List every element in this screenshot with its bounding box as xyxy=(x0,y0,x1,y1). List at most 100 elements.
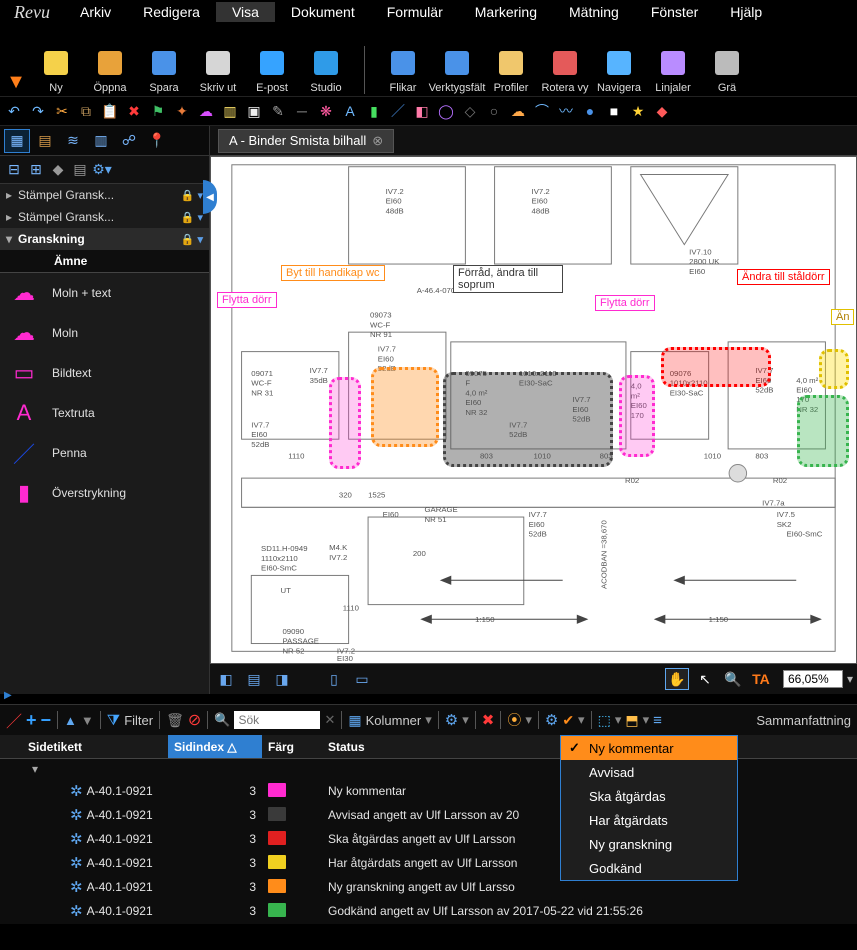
tool-item[interactable]: ATextruta xyxy=(0,393,209,433)
cloud-tool-icon[interactable]: ☁ xyxy=(196,101,216,121)
ribbon-new-icon[interactable]: Ny xyxy=(30,30,82,94)
ribbon-navigate-icon[interactable]: Navigera xyxy=(593,30,645,94)
pin-tab-icon[interactable]: 📍 xyxy=(144,129,170,153)
links-tab-icon[interactable]: ☍ xyxy=(116,129,142,153)
toolset-row[interactable]: ▸Stämpel Gransk... 🔒 ▾ xyxy=(0,184,209,206)
text-select-icon[interactable]: TA xyxy=(749,668,773,690)
summary-label[interactable]: Sammanfattning xyxy=(756,713,851,728)
cloud2-icon[interactable]: ☁ xyxy=(508,101,528,121)
pen2-icon[interactable]: ／ xyxy=(388,101,408,121)
diamond-icon[interactable]: ◆ xyxy=(652,101,672,121)
brush-icon[interactable]: ✎ xyxy=(268,101,288,121)
filter-icon[interactable]: ⧩ xyxy=(107,712,120,729)
expand-all-icon[interactable]: ▼ xyxy=(81,713,94,728)
search-input[interactable] xyxy=(234,711,320,729)
pan-tool-icon[interactable]: ✋ xyxy=(665,668,689,690)
split-left-icon[interactable]: ◧ xyxy=(214,668,238,690)
gear-2-icon[interactable]: ⚙ xyxy=(545,711,558,729)
document-tab[interactable]: A - Binder Smista bilhall ⊗ xyxy=(218,129,394,153)
markup-cloud[interactable] xyxy=(661,347,771,387)
markup-cloud[interactable] xyxy=(329,377,361,469)
export-icon[interactable]: ⬒ xyxy=(625,712,638,729)
tool-chest-tab-icon[interactable]: ▦ xyxy=(4,129,30,153)
circle-fill-icon[interactable]: ● xyxy=(580,101,600,121)
pin-icon[interactable]: ▼ xyxy=(4,71,28,94)
menu-markering[interactable]: Markering xyxy=(459,2,553,22)
status-menu-item[interactable]: Godkänd xyxy=(561,856,737,880)
trash-icon[interactable]: 🗑 xyxy=(166,712,184,729)
line-icon[interactable]: ─ xyxy=(292,101,312,121)
gear-icon[interactable]: ⚙▾ xyxy=(92,160,112,180)
menu-hjälp[interactable]: Hjälp xyxy=(714,2,778,22)
tool-item[interactable]: ▮Överstrykning xyxy=(0,473,209,513)
markup-label[interactable]: Ändra till ståldörr xyxy=(737,269,830,285)
zoom-input[interactable] xyxy=(783,670,843,688)
close-icon[interactable]: ⊗ xyxy=(372,133,383,149)
sets-tab-icon[interactable]: ▥ xyxy=(88,129,114,153)
ribbon-email-icon[interactable]: E-post xyxy=(246,30,298,94)
pen-red-icon[interactable]: ／ xyxy=(6,708,22,732)
gray-tool-icon[interactable]: ◆ xyxy=(48,160,68,180)
ribbon-toolbars-icon[interactable]: Verktygsfält xyxy=(431,30,483,94)
markup-cloud[interactable] xyxy=(819,349,849,389)
select-tool-icon[interactable]: ↖ xyxy=(693,668,717,690)
ribbon-open-icon[interactable]: Öppna xyxy=(84,30,136,94)
ellipse-icon[interactable]: ○ xyxy=(484,101,504,121)
ribbon-save-icon[interactable]: Spara xyxy=(138,30,190,94)
tool-item[interactable]: ／Penna xyxy=(0,433,209,473)
tool-item[interactable]: ☁Moln xyxy=(0,313,209,353)
delete-row-icon[interactable]: ✖ xyxy=(482,711,495,729)
shape-icon[interactable]: ◯ xyxy=(436,101,456,121)
continuous-icon[interactable]: ▭ xyxy=(350,668,374,690)
status-menu-item[interactable]: Ny kommentar xyxy=(561,736,737,760)
square-fill-icon[interactable]: ■ xyxy=(604,101,624,121)
undo-icon[interactable]: ↶ xyxy=(4,101,24,121)
tool-item[interactable]: ▭Bildtext xyxy=(0,353,209,393)
gear-icon[interactable]: ⚙ xyxy=(445,711,458,729)
paste-icon[interactable]: 📋 xyxy=(100,101,120,121)
menu-redigera[interactable]: Redigera xyxy=(127,2,216,22)
expand-icon[interactable]: ⊞ xyxy=(26,160,46,180)
layers-tab-icon[interactable]: ≋ xyxy=(60,129,86,153)
curve-icon[interactable]: 〰 xyxy=(556,101,576,121)
markup-label[interactable]: Än xyxy=(831,309,854,325)
ribbon-rulers-icon[interactable]: Linjaler xyxy=(647,30,699,94)
cut-icon[interactable]: ✂ xyxy=(52,101,72,121)
ribbon-tabs-icon[interactable]: Flikar xyxy=(377,30,429,94)
check-icon[interactable]: ✔ xyxy=(562,712,574,729)
summary-icon[interactable]: ≡ xyxy=(653,712,662,729)
stamp2-icon[interactable]: ❋ xyxy=(316,101,336,121)
note-tool-icon[interactable]: ▥ xyxy=(220,101,240,121)
header-pageindex[interactable]: Sidindex △ xyxy=(168,735,262,758)
markups-row[interactable]: ✲A-40.1-09213Godkänd angett av Ulf Larss… xyxy=(0,899,857,923)
markup-cloud[interactable] xyxy=(797,395,849,467)
status-traffic-icon[interactable]: ⦿ xyxy=(507,710,521,730)
status-menu-item[interactable]: Ska åtgärdas xyxy=(561,784,737,808)
menu-formulär[interactable]: Formulär xyxy=(371,2,459,22)
collapse-all-icon[interactable]: ▲ xyxy=(64,713,77,728)
menu-visa[interactable]: Visa xyxy=(216,2,275,22)
zoom-dropdown-icon[interactable]: ▾ xyxy=(847,672,853,686)
status-menu-item[interactable]: Har åtgärdats xyxy=(561,808,737,832)
star-icon[interactable]: ★ xyxy=(628,101,648,121)
highlight-icon[interactable]: ▮ xyxy=(364,101,384,121)
filter-label[interactable]: Filter xyxy=(124,713,153,728)
columns-label[interactable]: Kolumner xyxy=(366,713,422,728)
markup-label[interactable]: Förråd, ändra till soprum xyxy=(453,265,563,293)
toolset-row-active[interactable]: ▾Granskning 🔒 ▾ xyxy=(0,228,209,250)
markup-cloud[interactable] xyxy=(619,375,655,457)
split-right-icon[interactable]: ◨ xyxy=(270,668,294,690)
list-tool-icon[interactable]: ▤ xyxy=(70,160,90,180)
markup-cloud[interactable] xyxy=(443,372,613,467)
arc-icon[interactable]: ⌒ xyxy=(532,101,552,121)
menu-fönster[interactable]: Fönster xyxy=(635,2,714,22)
eraser-icon[interactable]: ◧ xyxy=(412,101,432,121)
single-page-icon[interactable]: ▯ xyxy=(322,668,346,690)
ribbon-studio-icon[interactable]: Studio xyxy=(300,30,352,94)
ribbon-rotate-icon[interactable]: Rotera vy xyxy=(539,30,591,94)
zoom-field[interactable]: ▾ xyxy=(783,670,853,688)
markup-label[interactable]: Byt till handikap wc xyxy=(281,265,385,281)
poly-icon[interactable]: ◇ xyxy=(460,101,480,121)
remove-markup-icon[interactable]: − xyxy=(41,710,52,731)
split-both-icon[interactable]: ▤ xyxy=(242,668,266,690)
